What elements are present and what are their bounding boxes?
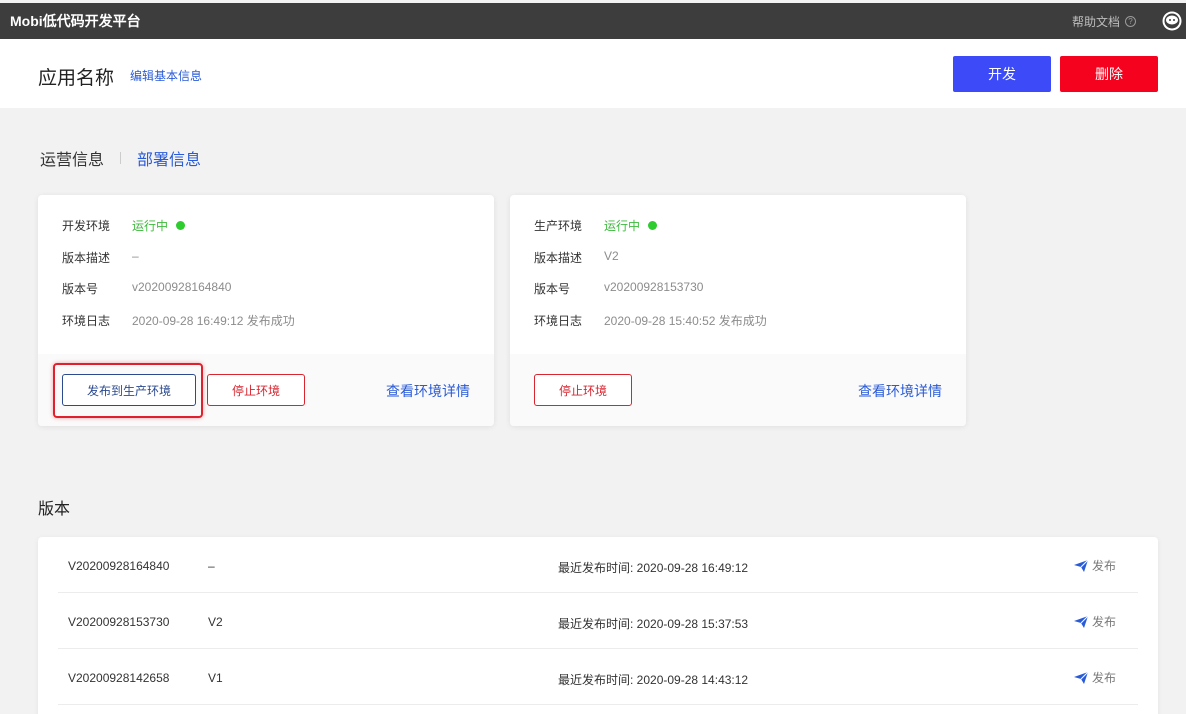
publish-version-label: 发布 xyxy=(1091,615,1116,629)
top-navigation-bar: Mobi低代码开发平台 帮助文档 ? xyxy=(0,0,1186,39)
versions-list: V20200928164840 – 最近发布时间: 2020-09-28 16:… xyxy=(38,537,1158,714)
publish-version-button[interactable]: 发布 xyxy=(1073,557,1116,574)
publish-version-label: 发布 xyxy=(1091,559,1116,573)
version-desc-value: V2 xyxy=(604,248,619,263)
dev-environment-card: 开发环境 运行中 版本描述 – 版本号 v20200928164840 环境日志… xyxy=(38,195,494,426)
help-docs-link[interactable]: 帮助文档 ? xyxy=(1072,13,1136,30)
env-label: 开发环境 xyxy=(62,219,111,233)
version-number-row: 版本号 v20200928153730 xyxy=(534,278,942,310)
view-environment-details-link[interactable]: 查看环境详情 xyxy=(858,381,942,401)
send-icon xyxy=(1073,559,1088,572)
env-log-value: 2020-09-28 16:49:12 发布成功 xyxy=(132,313,295,328)
stop-environment-button[interactable]: 停止环境 xyxy=(534,374,632,406)
version-id: V20200928142658 xyxy=(68,671,170,685)
version-id: V20200928153730 xyxy=(68,615,170,629)
env-info: 开发环境 运行中 版本描述 – 版本号 v20200928164840 环境日志… xyxy=(38,195,494,354)
version-id: V20200928164840 xyxy=(68,559,170,573)
env-actions: 停止环境 查看环境详情 xyxy=(510,354,966,426)
edit-basic-info-link[interactable]: 编辑基本信息 xyxy=(130,67,202,84)
env-status-row: 开发环境 运行中 xyxy=(62,215,470,247)
question-circle-icon: ? xyxy=(1125,15,1136,27)
version-publish-time: 最近发布时间: 2020-09-28 15:37:53 xyxy=(558,617,749,631)
publish-version-label: 发布 xyxy=(1091,671,1116,685)
delete-button[interactable]: 删除 xyxy=(1060,56,1158,92)
version-desc-row: 版本描述 – xyxy=(62,247,470,279)
version-number-label: 版本号 xyxy=(534,282,571,296)
app-name-title: 应用名称 xyxy=(38,68,115,89)
env-label: 生产环境 xyxy=(534,219,583,233)
info-tabs: 运营信息 部署信息 xyxy=(40,146,201,170)
version-desc-label: 版本描述 xyxy=(534,250,583,265)
app-header: 应用名称 编辑基本信息 开发 删除 xyxy=(0,39,1186,108)
version-row: V20200928164840 – 最近发布时间: 2020-09-28 16:… xyxy=(58,537,1138,593)
version-desc-value: – xyxy=(132,248,139,263)
version-number-value: v20200928164840 xyxy=(132,280,232,294)
env-actions: 发布到生产环境 停止环境 查看环境详情 xyxy=(38,354,494,426)
env-log-row: 环境日志 2020-09-28 15:40:52 发布成功 xyxy=(534,310,942,342)
version-number-row: 版本号 v20200928164840 xyxy=(62,278,470,310)
version-description: V1 xyxy=(208,671,223,685)
tab-divider xyxy=(120,152,122,164)
env-log-label: 环境日志 xyxy=(534,313,583,328)
version-number-label: 版本号 xyxy=(62,282,99,296)
versions-section-title: 版本 xyxy=(38,501,71,518)
brand-logo-text[interactable]: Mobi低代码开发平台 xyxy=(10,11,141,31)
env-status-text: 运行中 xyxy=(132,219,169,233)
env-log-value: 2020-09-28 15:40:52 发布成功 xyxy=(604,313,767,328)
version-description: V2 xyxy=(208,615,223,629)
env-log-row: 环境日志 2020-09-28 16:49:12 发布成功 xyxy=(62,310,470,342)
status-dot-icon xyxy=(648,221,658,230)
version-desc-label: 版本描述 xyxy=(62,250,111,265)
tab-deployment-info[interactable]: 部署信息 xyxy=(137,146,201,170)
version-row: V20200928153730 V2 最近发布时间: 2020-09-28 15… xyxy=(58,593,1138,649)
develop-button[interactable]: 开发 xyxy=(953,56,1051,92)
publish-version-button[interactable]: 发布 xyxy=(1073,669,1116,686)
version-number-value: v20200928153730 xyxy=(604,280,704,294)
stop-environment-button[interactable]: 停止环境 xyxy=(207,374,305,406)
prod-environment-card: 生产环境 运行中 版本描述 V2 版本号 v20200928153730 环境日… xyxy=(510,195,966,426)
env-log-label: 环境日志 xyxy=(62,313,111,328)
publish-version-button[interactable]: 发布 xyxy=(1073,613,1116,630)
env-info: 生产环境 运行中 版本描述 V2 版本号 v20200928153730 环境日… xyxy=(510,195,966,354)
send-icon xyxy=(1073,615,1088,628)
version-publish-time: 最近发布时间: 2020-09-28 14:43:12 xyxy=(558,673,749,687)
env-status-row: 生产环境 运行中 xyxy=(534,215,942,247)
version-publish-time: 最近发布时间: 2020-09-28 16:49:12 xyxy=(558,561,749,575)
user-avatar-icon[interactable] xyxy=(1162,11,1182,31)
env-status: 运行中 xyxy=(604,217,658,234)
help-docs-label: 帮助文档 xyxy=(1071,14,1120,29)
view-environment-details-link[interactable]: 查看环境详情 xyxy=(386,381,470,401)
tab-operation-info[interactable]: 运营信息 xyxy=(40,146,104,170)
status-dot-icon xyxy=(176,221,186,230)
env-status: 运行中 xyxy=(132,217,186,234)
send-icon xyxy=(1073,671,1088,684)
version-row: V20200928142658 V1 最近发布时间: 2020-09-28 14… xyxy=(58,649,1138,705)
version-description: – xyxy=(208,559,215,573)
publish-to-production-button[interactable]: 发布到生产环境 xyxy=(62,374,196,406)
topbar-right: 帮助文档 ? xyxy=(1072,3,1186,39)
env-status-text: 运行中 xyxy=(604,219,641,233)
version-desc-row: 版本描述 V2 xyxy=(534,247,942,279)
